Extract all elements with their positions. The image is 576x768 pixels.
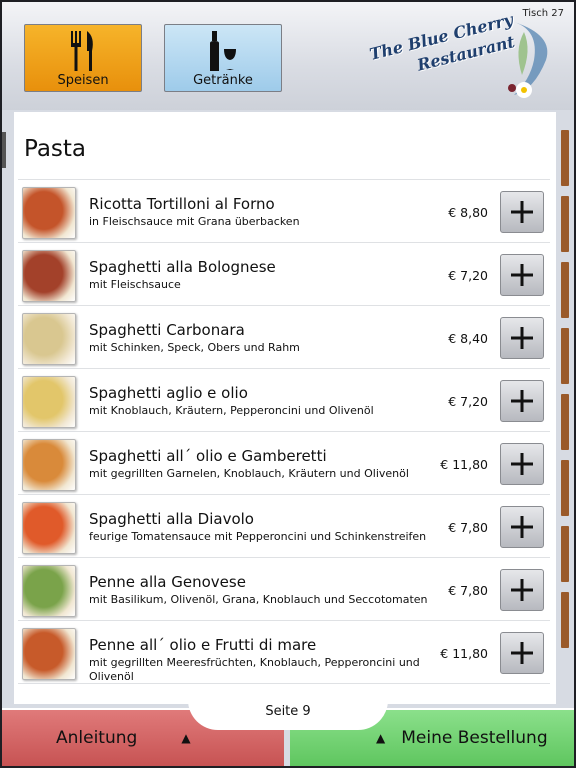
dish-name: Penne all´ olio e Frutti di mare [89,636,317,654]
dish-price: € 7,80 [448,583,488,598]
menu-item: Spaghetti aglio e olio mit Knoblauch, Kr… [18,370,550,432]
menu-item: Spaghetti all´ olio e Gamberetti mit geg… [18,433,550,495]
dish-photo [22,187,76,239]
menu-item: Spaghetti alla Diavolo feurige Tomatensa… [18,496,550,558]
section-divider [18,179,550,180]
dish-description: mit gegrillten Garnelen, Knoblauch, Kräu… [89,467,409,480]
dish-description: mit Schinken, Speck, Obers und Rahm [89,341,300,354]
dish-name: Spaghetti all´ olio e Gamberetti [89,447,327,465]
header: Tisch 27 Speisen Getränke The Blue Cherr… [2,2,574,110]
add-to-order-button[interactable] [500,254,544,296]
add-to-order-button[interactable] [500,191,544,233]
restaurant-logo: The Blue Cherry Restaurant [364,10,564,108]
wine-icon [206,29,240,77]
plus-icon [511,327,533,349]
dish-price: € 7,80 [448,520,488,535]
dish-description: feurige Tomatensauce mit Pepperoncini un… [89,530,427,543]
arrow-up-icon: ▲ [181,731,191,745]
dish-photo [22,628,76,680]
plus-icon [511,642,533,664]
dish-name: Penne alla Genovese [89,573,246,591]
dish-name: Spaghetti Carbonara [89,321,245,339]
tab-drinks[interactable]: Getränke [164,24,282,92]
add-to-order-button[interactable] [500,380,544,422]
plus-icon [511,516,533,538]
plus-icon [511,390,533,412]
add-to-order-button[interactable] [500,569,544,611]
table-number: Tisch 27 [522,8,564,19]
dish-price: € 7,20 [448,268,488,283]
plus-icon [511,453,533,475]
dish-name: Spaghetti aglio e olio [89,384,248,402]
section-title: Pasta [24,136,87,162]
scroll-indicator [2,132,6,168]
left-strip [2,112,14,704]
my-order-button-label: Meine Bestellung [401,728,548,748]
dish-photo [22,376,76,428]
dish-price: € 7,20 [448,394,488,409]
menu-item: Ricotta Tortilloni al Forno in Fleischsa… [18,181,550,243]
help-button-label: Anleitung [56,728,138,748]
dish-price: € 8,80 [448,205,488,220]
add-to-order-button[interactable] [500,317,544,359]
dish-price: € 8,40 [448,331,488,346]
menu-panel: Pasta Ricotta Tortilloni al Forno in Fle… [14,112,556,704]
dish-photo [22,313,76,365]
dish-name: Ricotta Tortilloni al Forno [89,195,275,213]
menu-item: Spaghetti alla Bolognese mit Fleischsauc… [18,244,550,306]
dish-photo [22,565,76,617]
menu-item: Penne alla Genovese mit Basilikum, Olive… [18,559,550,621]
plus-icon [511,201,533,223]
add-to-order-button[interactable] [500,443,544,485]
dish-description: mit Fleischsauce [89,278,181,291]
plus-icon [511,264,533,286]
cutlery-icon [68,29,98,77]
dish-price: € 11,80 [440,646,488,661]
right-strip [556,112,574,704]
dish-photo [22,250,76,302]
tab-food[interactable]: Speisen [24,24,142,92]
add-to-order-button[interactable] [500,632,544,674]
dish-photo [22,502,76,554]
dish-price: € 11,80 [440,457,488,472]
page-indicator: Seite 9 [188,696,388,730]
menu-item: Penne all´ olio e Frutti di mare mit geg… [18,622,550,684]
arrow-up-icon: ▲ [376,731,386,745]
menu-item: Spaghetti Carbonara mit Schinken, Speck,… [18,307,550,369]
dish-photo [22,439,76,491]
dish-description: mit gegrillten Meeresfrüchten, Knoblauch… [89,656,420,683]
dish-name: Spaghetti alla Diavolo [89,510,254,528]
dish-description: mit Knoblauch, Kräutern, Pepperoncini un… [89,404,374,417]
dish-description: in Fleischsauce mit Grana überbacken [89,215,300,228]
dish-description: mit Basilikum, Olivenöl, Grana, Knoblauc… [89,593,428,606]
plus-icon [511,579,533,601]
dish-name: Spaghetti alla Bolognese [89,258,276,276]
add-to-order-button[interactable] [500,506,544,548]
